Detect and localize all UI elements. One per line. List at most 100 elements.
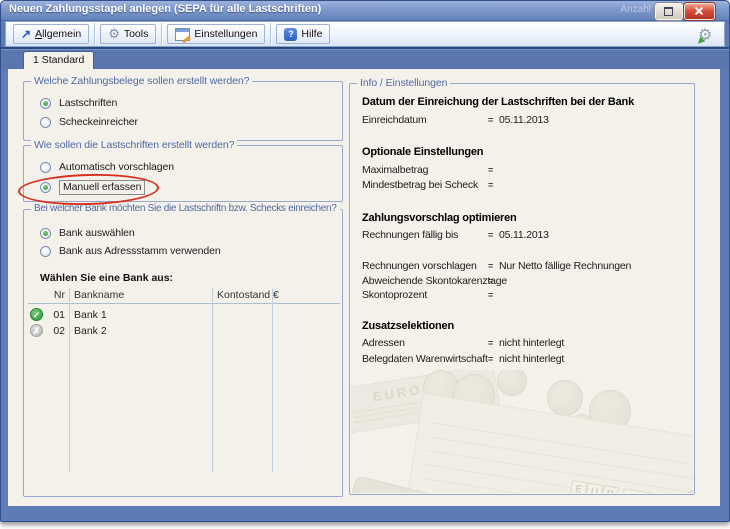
group-erstellung: Wie sollen die Lastschriften erstellt we… [23, 139, 343, 202]
tab-strip: 1 Standard [1, 49, 729, 70]
coin-watermark [497, 370, 527, 396]
bank-row-2[interactable]: 02 Bank 2 [28, 323, 340, 339]
coin-watermark [569, 414, 595, 440]
setting-label: Rechnungen fällig bis [362, 229, 459, 241]
allgemein-button[interactable]: Allgemein [13, 24, 90, 44]
setting-label: Skontoprozent [362, 289, 428, 301]
radio-scheckeinreicher[interactable]: Scheckeinreicher [40, 115, 138, 129]
background-window-title: Anzahl [620, 4, 651, 15]
setting-row-vorschlagen: Rechnungen vorschlagen = Nur Netto fälli… [362, 260, 686, 274]
radio-manuell-erfassen[interactable]: Manuell erfassen [40, 179, 146, 195]
dialog-window: Neuen Zahlungsstapel anlegen (SEPA für a… [0, 0, 730, 522]
settings-window-icon [175, 27, 191, 41]
group-zahlungsbelege-legend: Welche Zahlungsbelege sollen erstellt we… [31, 75, 253, 87]
radio-unselected-icon [40, 245, 51, 257]
close-button[interactable] [684, 3, 715, 20]
toolbar-separator [270, 23, 272, 45]
radio-label: Scheckeinreicher [59, 116, 138, 128]
coin-watermark [589, 390, 631, 432]
equals-sign: = [488, 230, 494, 240]
setting-value: nicht hinterlegt [499, 337, 565, 349]
radio-bank-aus-adressstamm[interactable]: Bank aus Adressstamm verwenden [40, 244, 221, 258]
toolbar-separator [161, 23, 163, 45]
bank-table-caption: Wählen Sie eine Bank aus: [40, 272, 174, 284]
einstellungen-button[interactable]: Einstellungen [167, 24, 266, 44]
equals-sign: = [488, 180, 494, 190]
equals-sign: = [488, 290, 494, 300]
coin-watermark [423, 370, 459, 406]
header-underline [28, 303, 340, 304]
radio-unselected-icon [40, 161, 51, 173]
setting-value: nicht hinterlegt [499, 353, 565, 365]
setting-row-adressen: Adressen = nicht hinterlegt [362, 337, 686, 351]
einstellungen-label: Einstellungen [194, 28, 258, 40]
currency-letter-box: E [569, 480, 588, 493]
pen-watermark [569, 487, 693, 493]
setting-row-faellig-bis: Rechnungen fällig bis = 05.11.2013 [362, 229, 686, 243]
setting-label: Einreichdatum [362, 114, 427, 126]
coin-watermark [453, 374, 495, 416]
tab-standard[interactable]: 1 Standard [23, 51, 95, 70]
section-heading-zusatzselektionen: Zusatzselektionen [362, 320, 454, 332]
radio-selected-icon [40, 97, 51, 109]
tools-button[interactable]: Tools [100, 24, 157, 44]
restore-icon [664, 7, 673, 16]
titlebar: Neuen Zahlungsstapel anlegen (SEPA für a… [1, 1, 729, 21]
hilfe-button[interactable]: Hilfe [276, 24, 331, 44]
equals-sign: = [488, 165, 494, 175]
banknote-watermark: EURO [351, 370, 501, 434]
radio-automatisch-vorschlagen[interactable]: Automatisch vorschlagen [40, 160, 174, 174]
radio-bank-auswaehlen[interactable]: Bank auswählen [40, 226, 135, 240]
toolbar-separator [94, 23, 96, 45]
setting-value: 05.11.2013 [499, 114, 549, 126]
setting-label: Abweichende Skontokarenztage [362, 275, 508, 287]
group-bank-legend: Bei welcher Bank möchten Sie die Lastsch… [31, 203, 340, 214]
group-bank: Bei welcher Bank möchten Sie die Lastsch… [23, 203, 343, 497]
gears-icon [108, 27, 120, 41]
column-header-kontostand: Kontostand € [217, 289, 279, 301]
bank-nr: 02 [53, 325, 65, 337]
group-zahlungsbelege: Welche Zahlungsbelege sollen erstellt we… [23, 75, 343, 141]
radio-label: Lastschriften [59, 97, 118, 109]
tools-label: Tools [123, 28, 149, 40]
equals-sign: = [488, 261, 494, 271]
calculator-watermark: 1068 [351, 475, 473, 493]
banknote-text: EURO [371, 381, 424, 405]
column-header-nr: Nr [53, 289, 65, 301]
radio-selected-icon [40, 227, 51, 239]
setting-row-maximalbetrag: Maximalbetrag = [362, 164, 686, 178]
setting-label: Adressen [362, 337, 405, 349]
section-heading-zahlungsvorschlag: Zahlungsvorschlag optimieren [362, 212, 517, 224]
bank-nr: 01 [53, 309, 65, 321]
radio-selected-icon [40, 181, 51, 193]
setting-row-skontokarenztage: Abweichende Skontokarenztage = [362, 275, 686, 289]
setting-value: Nur Netto fällige Rechnungen [499, 260, 632, 272]
hilfe-label: Hilfe [301, 28, 323, 40]
group-erstellung-legend: Wie sollen die Lastschriften erstellt we… [31, 139, 238, 151]
bank-name: Bank 1 [74, 309, 107, 321]
radio-label: Manuell erfassen [59, 179, 146, 195]
transfer-form-watermark: E U R [398, 392, 693, 493]
radio-label: Bank auswählen [59, 227, 135, 239]
toolbar: Allgemein Tools Einstellungen Hilfe [5, 21, 725, 47]
radio-lastschriften[interactable]: Lastschriften [40, 96, 117, 110]
setting-row-belegdaten: Belegdaten Warenwirtschaft = nicht hinte… [362, 353, 686, 367]
setting-label: Rechnungen vorschlagen [362, 260, 477, 272]
radio-label: Automatisch vorschlagen [59, 161, 175, 173]
restore-button[interactable] [655, 3, 683, 20]
setting-row-skontoprozent: Skontoprozent = [362, 289, 686, 303]
bank-name: Bank 2 [74, 325, 107, 337]
setting-row-mindestbetrag: Mindestbetrag bei Scheck = [362, 179, 686, 193]
bank-row-1[interactable]: 01 Bank 1 [28, 307, 340, 323]
allgemein-label: Allgemein [35, 28, 82, 40]
equals-sign: = [488, 115, 494, 125]
help-icon [284, 27, 298, 41]
banknote-lines [353, 392, 474, 426]
equals-sign: = [488, 276, 494, 286]
execute-gear-icon[interactable] [696, 25, 716, 45]
column-header-bankname: Bankname [74, 289, 125, 301]
setting-label: Belegdaten Warenwirtschaft [362, 353, 488, 365]
bank-table: Nr Bankname Kontostand € 01 Bank 1 02 Ba… [28, 288, 340, 472]
currency-letter-box: U [585, 482, 604, 493]
setting-row-einreichdatum: Einreichdatum = 05.11.2013 [362, 114, 686, 128]
